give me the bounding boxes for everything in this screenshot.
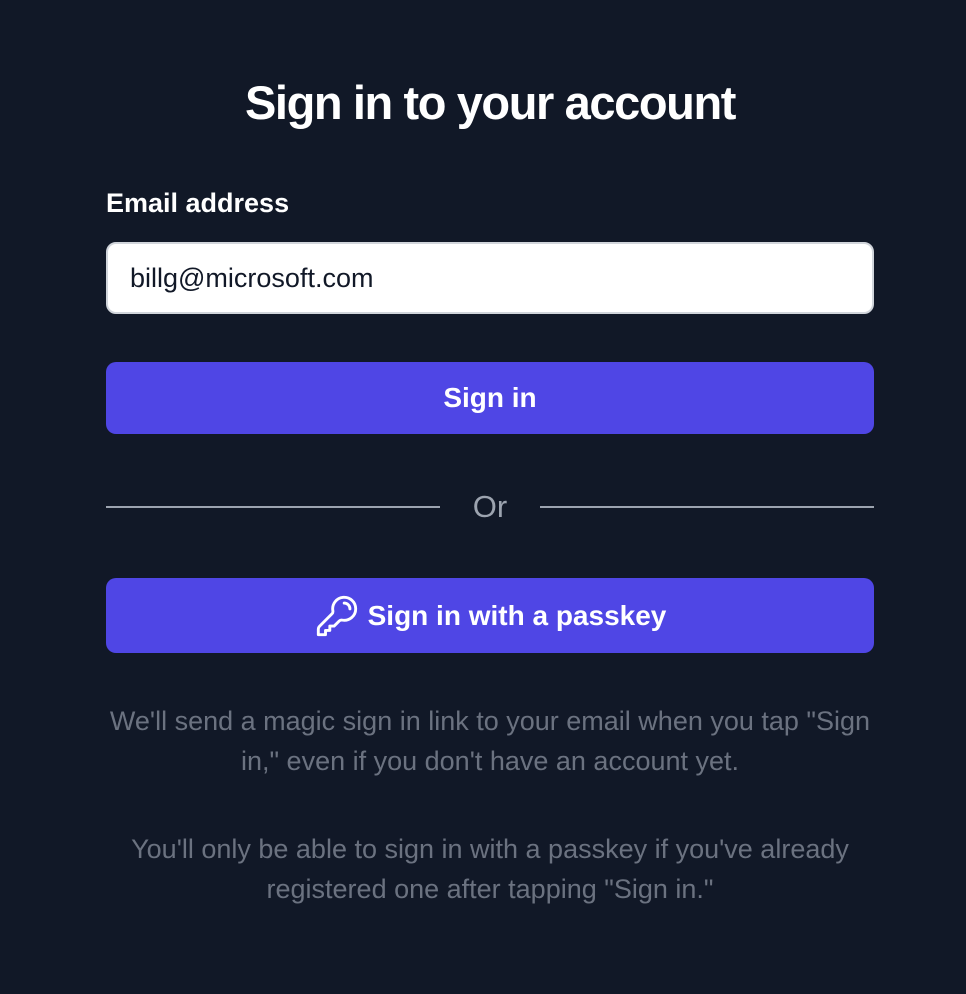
key-icon (314, 593, 360, 639)
divider-line-left (106, 506, 440, 508)
passkey-button-label: Sign in with a passkey (367, 599, 667, 631)
divider-text: Or (472, 489, 508, 524)
sign-in-button[interactable]: Sign in (106, 362, 874, 434)
email-field[interactable] (106, 242, 874, 314)
sign-in-button-label: Sign in (443, 382, 537, 413)
page-title: Sign in to your account (244, 76, 736, 129)
passkey-note: You'll only be able to sign in with a pa… (131, 834, 849, 904)
sign-in-page: Sign in to your account Email address Si… (0, 0, 966, 994)
or-divider: Or (106, 488, 874, 528)
email-label: Email address (106, 188, 290, 218)
magic-link-note: We'll send a magic sign in link to your … (109, 706, 871, 776)
divider-line-right (540, 506, 874, 508)
passkey-sign-in-button[interactable]: Sign in with a passkey (106, 578, 874, 653)
